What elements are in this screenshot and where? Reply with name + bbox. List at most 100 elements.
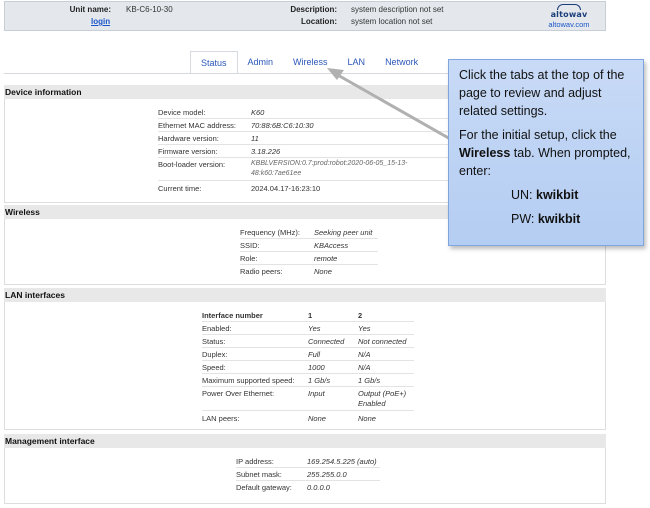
interface-2-header: 2 bbox=[358, 311, 363, 320]
bootloader-version-label: Boot-loader version: bbox=[158, 160, 226, 169]
duplex-2-value: N/A bbox=[358, 350, 371, 359]
poe-2-value: Output (PoE+) Enabled bbox=[358, 389, 407, 408]
brand-logo[interactable]: altowav altowav.com bbox=[545, 4, 593, 30]
callout-paragraph-2: For the initial setup, click the Wireles… bbox=[459, 126, 633, 180]
callout-p2-text: For the initial setup, click the bbox=[459, 128, 617, 142]
poe-1-value: Input bbox=[308, 389, 325, 398]
ssid-value: KBAccess bbox=[314, 241, 349, 250]
ip-address-value: 169.254.5.225 (auto) bbox=[307, 457, 377, 466]
lan-peers-2-value: None bbox=[358, 414, 376, 423]
interface-1-header: 1 bbox=[308, 311, 313, 320]
description-label: Description: bbox=[290, 5, 337, 14]
callout-password: PW: kwikbit bbox=[459, 210, 633, 228]
bootloader-version-value: KBBLVERSION:0.7:prod:robot:2020-06-05_15… bbox=[251, 160, 408, 177]
row-bootloader-version: Boot-loader version: KBBLVERSION:0.7:pro… bbox=[158, 159, 448, 181]
poe-label: Power Over Ethernet: bbox=[202, 389, 275, 398]
logo-mark: altowav bbox=[545, 4, 593, 19]
description-value: system description not set bbox=[351, 5, 444, 14]
device-model-label: Device model: bbox=[158, 108, 206, 117]
frequency-label: Frequency (MHz): bbox=[240, 228, 301, 237]
instruction-callout: Click the tabs at the top of the page to… bbox=[448, 59, 644, 246]
firmware-version-label: Firmware version: bbox=[158, 147, 218, 156]
location-value: system location not set bbox=[351, 17, 433, 26]
default-gateway-label: Default gateway: bbox=[236, 483, 292, 492]
unit-name-value: KB-C6-10-30 bbox=[126, 5, 173, 14]
status-1-value: Connected bbox=[308, 337, 345, 346]
role-value: remote bbox=[314, 254, 338, 263]
max-speed-2-value: 1 Gb/s bbox=[358, 376, 381, 385]
lan-row-max-speed: Maximum supported speed: 1 Gb/s 1 Gb/s bbox=[202, 375, 414, 387]
max-speed-label: Maximum supported speed: bbox=[202, 376, 295, 385]
username-label: UN: bbox=[511, 188, 536, 202]
username-value: kwikbit bbox=[536, 188, 579, 202]
hardware-version-value: 11 bbox=[251, 134, 259, 143]
row-default-gateway: Default gateway: 0.0.0.0 bbox=[236, 482, 380, 494]
mac-address-label: Ethernet MAC address: bbox=[158, 121, 236, 130]
hardware-version-label: Hardware version: bbox=[158, 134, 219, 143]
default-gateway-value: 0.0.0.0 bbox=[307, 483, 330, 492]
enabled-2-value: Yes bbox=[358, 324, 371, 333]
lan-header-row: Interface number 1 2 bbox=[202, 310, 414, 322]
speed-2-value: N/A bbox=[358, 363, 371, 372]
row-ip-address: IP address: 169.254.5.225 (auto) bbox=[236, 456, 380, 468]
enabled-1-value: Yes bbox=[308, 324, 321, 333]
duplex-label: Duplex: bbox=[202, 350, 228, 359]
current-time-label: Current time: bbox=[158, 184, 202, 193]
frequency-value: Seeking peer unit bbox=[314, 228, 373, 237]
lan-row-peers: LAN peers: None None bbox=[202, 413, 414, 425]
device-model-value: K60 bbox=[251, 108, 265, 117]
tab-lan[interactable]: LAN bbox=[338, 51, 376, 73]
row-firmware-version: Firmware version: 3.18.226 bbox=[158, 146, 448, 158]
logo-text: altowav bbox=[550, 10, 588, 19]
subnet-mask-value: 255.255.0.0 bbox=[307, 470, 347, 479]
tab-bar: Status Admin Wireless LAN Network bbox=[190, 51, 428, 73]
unit-name-label: Unit name: bbox=[69, 5, 111, 14]
section-management-interface: Management interface bbox=[4, 434, 606, 448]
password-label: PW: bbox=[511, 212, 538, 226]
status-2-value: Not connected bbox=[358, 337, 407, 346]
callout-username: UN: kwikbit bbox=[459, 186, 633, 204]
tab-wireless[interactable]: Wireless bbox=[283, 51, 338, 73]
speed-label: Speed: bbox=[202, 363, 226, 372]
logo-url-link[interactable]: altowav.com bbox=[545, 20, 593, 29]
subnet-mask-label: Subnet mask: bbox=[236, 470, 282, 479]
lan-peers-label: LAN peers: bbox=[202, 414, 240, 423]
tab-status[interactable]: Status bbox=[190, 51, 238, 73]
ssid-label: SSID: bbox=[240, 241, 260, 250]
current-time-value: 2024.04.17-16:23:10 bbox=[251, 184, 321, 193]
location-label: Location: bbox=[301, 17, 337, 26]
interface-number-label: Interface number bbox=[202, 311, 263, 320]
row-frequency: Frequency (MHz): Seeking peer unit bbox=[240, 227, 378, 239]
row-mac-address: Ethernet MAC address: 70:88:6B:C6:10:30 bbox=[158, 120, 448, 132]
radio-peers-value: None bbox=[314, 267, 332, 276]
lan-row-status: Status: Connected Not connected bbox=[202, 336, 414, 348]
mac-address-value: 70:88:6B:C6:10:30 bbox=[251, 121, 314, 130]
max-speed-1-value: 1 Gb/s bbox=[308, 376, 331, 385]
callout-wireless-emphasis: Wireless bbox=[459, 146, 511, 160]
section-lan-interfaces: LAN interfaces bbox=[4, 288, 606, 302]
firmware-version-value: 3.18.226 bbox=[251, 147, 281, 156]
callout-paragraph-1: Click the tabs at the top of the page to… bbox=[459, 68, 625, 118]
lan-row-poe: Power Over Ethernet: Input Output (PoE+)… bbox=[202, 388, 414, 411]
tab-network[interactable]: Network bbox=[375, 51, 428, 73]
row-ssid: SSID: KBAccess bbox=[240, 240, 378, 252]
lan-row-duplex: Duplex: Full N/A bbox=[202, 349, 414, 361]
lan-row-enabled: Enabled: Yes Yes bbox=[202, 323, 414, 335]
enabled-label: Enabled: bbox=[202, 324, 232, 333]
password-value: kwikbit bbox=[537, 212, 581, 226]
row-subnet-mask: Subnet mask: 255.255.0.0 bbox=[236, 469, 380, 481]
ip-address-label: IP address: bbox=[236, 457, 274, 466]
lan-row-speed: Speed: 1000 N/A bbox=[202, 362, 414, 374]
lan-peers-1-value: None bbox=[308, 414, 326, 423]
row-current-time: Current time: 2024.04.17-16:23:10 bbox=[158, 183, 448, 195]
tab-admin[interactable]: Admin bbox=[238, 51, 284, 73]
role-label: Role: bbox=[240, 254, 258, 263]
top-header: Unit name: KB-C6-10-30 login Description… bbox=[4, 1, 606, 31]
row-device-model: Device model: K60 bbox=[158, 107, 448, 119]
login-link[interactable]: login bbox=[91, 17, 110, 26]
speed-1-value: 1000 bbox=[308, 363, 325, 372]
duplex-1-value: Full bbox=[308, 350, 321, 359]
status-label: Status: bbox=[202, 337, 226, 346]
row-role: Role: remote bbox=[240, 253, 378, 265]
row-radio-peers: Radio peers: None bbox=[240, 266, 378, 278]
